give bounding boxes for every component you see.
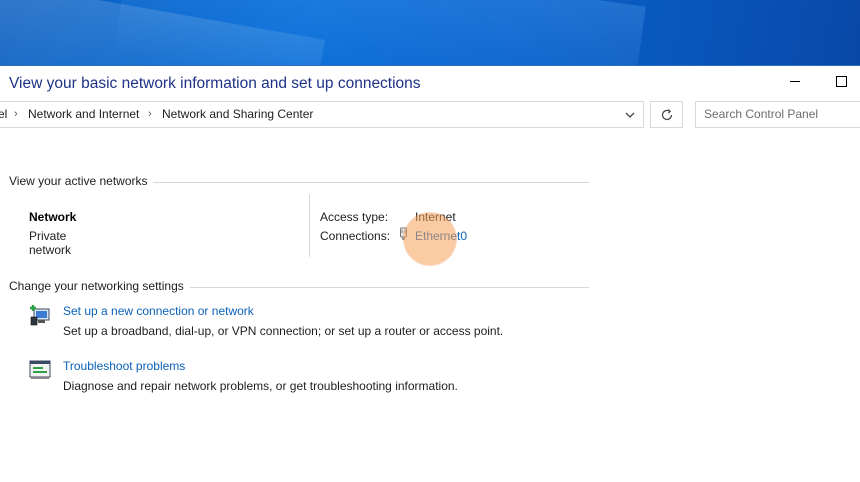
breadcrumb-separator-icon[interactable]: › [14, 102, 18, 127]
desktop-wallpaper [0, 0, 860, 65]
refresh-button[interactable] [650, 101, 683, 128]
page-title: View your basic network information and … [9, 75, 421, 92]
section-divider [190, 287, 589, 288]
minimize-button[interactable] [772, 66, 818, 96]
troubleshoot-icon[interactable] [28, 358, 52, 382]
access-type-value: Internet [415, 210, 456, 224]
chevron-down-icon[interactable] [623, 108, 637, 122]
wallpaper-light-ray [114, 0, 646, 65]
refresh-icon [661, 108, 672, 120]
active-networks-heading: View your active networks [9, 174, 148, 188]
connections-label: Connections: [320, 229, 391, 243]
breadcrumb-item-network-internet[interactable]: Network and Internet [28, 102, 139, 127]
ethernet-connection-link[interactable]: Ethernet0 [415, 229, 467, 243]
new-connection-icon[interactable] [28, 303, 52, 327]
network-category: Private network [29, 229, 72, 257]
access-type-label: Access type: [320, 210, 389, 224]
breadcrumb-separator-icon[interactable]: › [148, 102, 152, 127]
ethernet-icon [400, 227, 407, 240]
control-panel-window: el › Network and Internet › Network and … [0, 65, 860, 482]
network-name: Network [29, 210, 77, 224]
minimize-icon [790, 80, 800, 82]
breadcrumb-item-control-panel[interactable]: el [0, 102, 7, 127]
setup-connection-link[interactable]: Set up a new connection or network [63, 304, 254, 318]
section-divider [153, 182, 589, 183]
troubleshoot-description: Diagnose and repair network problems, or… [63, 379, 458, 393]
maximize-icon [835, 75, 847, 87]
maximize-button[interactable] [818, 66, 860, 96]
network-vertical-divider [309, 194, 310, 257]
setup-connection-description: Set up a broadband, dial-up, or VPN conn… [63, 324, 504, 338]
breadcrumb-item-sharing-center[interactable]: Network and Sharing Center [162, 102, 313, 127]
troubleshoot-link[interactable]: Troubleshoot problems [63, 359, 185, 373]
address-bar[interactable]: el › Network and Internet › Network and … [0, 101, 644, 128]
search-input[interactable]: Search Control Panel [695, 101, 860, 128]
networking-settings-heading: Change your networking settings [9, 279, 184, 293]
